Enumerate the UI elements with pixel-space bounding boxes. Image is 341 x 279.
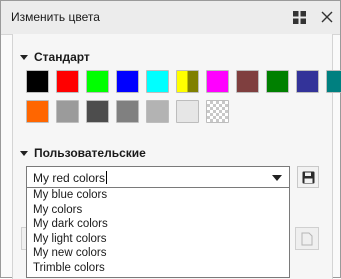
- dropdown-option[interactable]: My dark colors: [27, 217, 289, 232]
- chevron-down-icon[interactable]: [272, 175, 282, 181]
- title-bar: Изменить цвета: [1, 1, 340, 35]
- color-swatch-teal[interactable]: [326, 70, 341, 93]
- save-palette-button[interactable]: [297, 166, 319, 188]
- change-colors-dialog: Изменить цвета Стандарт Пользовательские: [0, 0, 341, 279]
- color-swatch-blue[interactable]: [116, 70, 139, 93]
- document-icon: [301, 232, 313, 245]
- custom-palette-dropdown-list: My blue colors My colors My dark colors My …: [26, 188, 290, 278]
- custom-palette-select[interactable]: My red colors: [26, 166, 290, 188]
- dialog-title: Изменить цвета: [11, 10, 100, 24]
- grid-icon[interactable]: [291, 9, 307, 25]
- color-swatch-transparent[interactable]: [206, 100, 229, 123]
- close-icon[interactable]: [319, 9, 335, 25]
- custom-section-header[interactable]: Пользовательские: [20, 146, 146, 160]
- color-swatch-yellow-olive[interactable]: [176, 70, 199, 93]
- color-swatch-black[interactable]: [26, 70, 49, 93]
- standard-section-label: Стандарт: [34, 50, 90, 64]
- dropdown-option[interactable]: Trimble colors: [27, 261, 289, 276]
- dropdown-option[interactable]: My colors: [27, 203, 289, 218]
- color-swatch-brown[interactable]: [236, 70, 259, 93]
- text-caret: [106, 171, 108, 184]
- triangle-down-icon: [20, 54, 28, 60]
- color-swatch-gray-4[interactable]: [146, 100, 169, 123]
- color-swatch-navy[interactable]: [296, 70, 319, 93]
- dropdown-option[interactable]: My light colors: [27, 232, 289, 247]
- color-swatch-gray-1[interactable]: [56, 100, 79, 123]
- color-swatch-magenta[interactable]: [206, 70, 229, 93]
- custom-palette-value: My red colors: [33, 171, 106, 185]
- custom-section-label: Пользовательские: [34, 146, 146, 160]
- color-swatch-gray-5[interactable]: [176, 100, 199, 123]
- hidden-button-right[interactable]: [295, 227, 319, 250]
- dropdown-option[interactable]: My blue colors: [27, 188, 289, 203]
- dropdown-option[interactable]: My new colors: [27, 246, 289, 261]
- standard-swatches: [26, 70, 341, 123]
- color-swatch-green[interactable]: [86, 70, 109, 93]
- color-swatch-red[interactable]: [56, 70, 79, 93]
- color-swatch-dark-green[interactable]: [266, 70, 289, 93]
- floppy-disk-icon: [302, 171, 314, 183]
- standard-section-header[interactable]: Стандарт: [20, 50, 90, 64]
- triangle-down-icon: [20, 150, 28, 156]
- color-swatch-orange[interactable]: [26, 100, 49, 123]
- color-swatch-gray-2[interactable]: [86, 100, 109, 123]
- color-swatch-gray-3[interactable]: [116, 100, 139, 123]
- color-swatch-cyan[interactable]: [146, 70, 169, 93]
